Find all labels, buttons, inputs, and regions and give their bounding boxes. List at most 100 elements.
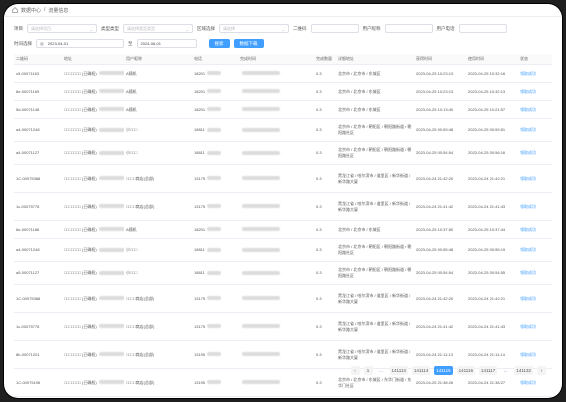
- cell-text: A随机: [126, 88, 137, 94]
- cell-text: □□□□商店(总部): [126, 379, 155, 385]
- placeholder-text: 请选择类型类型: [127, 25, 155, 31]
- cell-text: 0.3: [316, 106, 322, 112]
- cell-text: c5-00071163: [16, 70, 40, 76]
- page-button[interactable]: 141113: [389, 366, 408, 375]
- cell-text: 2023-04-25 00:54:54: [416, 150, 454, 155]
- table-cell: [238, 238, 314, 262]
- table-cell: □□□□□□□ (已确权): [62, 118, 124, 142]
- filter-input[interactable]: [310, 24, 359, 33]
- cell-text: 0.3: [316, 323, 322, 329]
- table-cell: □□□□□□□ (已确权): [62, 141, 124, 165]
- page-button[interactable]: 141132: [514, 366, 533, 375]
- column-header[interactable]: 电话: [192, 54, 238, 65]
- column-header[interactable]: 用户昵称: [124, 54, 192, 65]
- table-cell: 小□□□: [124, 118, 192, 142]
- table-cell: 13175: [192, 284, 238, 313]
- table-row[interactable]: a4-00099196□□□□□□□ (已确权)星星火炬 13811142299…: [14, 396, 552, 398]
- redacted-text: [242, 324, 280, 329]
- table-cell: 13195: [192, 340, 238, 369]
- status-badge: 领取成功: [520, 106, 536, 112]
- table-row[interactable]: a4-00071127 □□□□□□□ (已确权) 小□□□ 18811 0.3 北京市 …: [14, 141, 552, 165]
- table-row[interactable]: 5d-00071148 □□□□□□□ (已确权) A随机 18201 0.3 北京市 /…: [14, 100, 552, 119]
- cell-text: 2023-04-25 10:23:13: [416, 88, 454, 94]
- table-cell: □□□□□□□ (已确权): [62, 100, 124, 119]
- table-cell: c5-00071163: [14, 64, 62, 83]
- table-row[interactable]: 1c-00075776 □□□□□□□ (已确权) □□□□商店(总部) 13175 0…: [14, 192, 552, 221]
- table-row[interactable]: a4-00071248 □□□□□□□ (已确权) 小□□□ 18811 0.3 北京市 …: [14, 238, 552, 262]
- export-button[interactable]: 数据下载: [233, 39, 264, 48]
- table-row[interactable]: 8e-00071169 □□□□□□□ (已确权) A随机 18201 0.3 北京市 /…: [14, 82, 552, 101]
- column-header[interactable]: 完成数量: [314, 54, 336, 65]
- filter-select[interactable]: 请选择项目 ⌄: [27, 24, 97, 33]
- table-cell: 星星火炬 13811142299: [124, 396, 192, 398]
- prev-page-button[interactable]: ‹: [350, 366, 360, 375]
- page-button[interactable]: 141114: [411, 366, 431, 375]
- cell-text: 2023-04-25 00:54:54: [416, 270, 454, 275]
- redacted-text: [98, 270, 124, 275]
- table-row[interactable]: 1C-00075388 □□□□□□□ (已确权) □□□□商店(总部) 13175 0…: [14, 284, 552, 313]
- page-button[interactable]: 141116: [456, 366, 475, 375]
- column-header[interactable]: 详细地址: [336, 54, 414, 65]
- filter-select[interactable]: 请选择 ⌄: [219, 24, 289, 33]
- cell-text: 18201: [194, 70, 206, 76]
- table-cell: 2023-04-25 10:37:44: [466, 220, 518, 239]
- table-row[interactable]: 8b-00071201 □□□□□□□ (已确权) □□□□商店(总部) 13195 0…: [14, 340, 552, 369]
- search-button[interactable]: 搜索: [208, 39, 230, 48]
- filter-input[interactable]: [384, 24, 433, 33]
- cell-text: 18811: [194, 270, 205, 275]
- app-window: 数据中心 / 流量信息 项目 请选择项目 ⌄ 类型类型 请选择类型类型 ⌄ 区域选择 请选择 ⌄…: [4, 4, 562, 398]
- column-header[interactable]: 地址: [62, 54, 124, 65]
- cell-text: 0.3: [316, 127, 322, 132]
- column-header[interactable]: 完成时间: [238, 54, 314, 65]
- redacted-text: [207, 227, 222, 232]
- status-badge: 领取成功: [520, 247, 536, 252]
- column-header[interactable]: 使用时间: [466, 54, 518, 65]
- cell-text: 黑龙江省 / 哈尔滨市 / 道里区 / 新华街道 / 新华路大厦: [338, 320, 411, 332]
- redacted-text: [207, 380, 222, 385]
- next-page-button[interactable]: ›: [537, 366, 546, 375]
- cell-text: □□□□□□□ (已确权): [64, 175, 97, 181]
- column-header[interactable]: 二维码: [14, 54, 62, 65]
- table-cell: 18201: [192, 100, 238, 119]
- filter-input[interactable]: [458, 24, 507, 33]
- table-cell: 0.3: [314, 396, 336, 398]
- table-row[interactable]: a4-00071248 □□□□□□□ (已确权) 小□□□ 18811 0.3 北京市 …: [14, 118, 552, 142]
- table-cell: □□□□商店(总部): [124, 312, 192, 341]
- table-cell: 2023-04-24 11:24:47: [466, 396, 518, 398]
- column-header[interactable]: 获得时间: [414, 54, 466, 65]
- cell-text: 13175: [194, 295, 206, 301]
- date-end-field[interactable]: 2024-06-01: [136, 39, 197, 48]
- cell-text: 小□□□: [126, 247, 138, 252]
- cell-text: 18201: [194, 88, 206, 94]
- table-cell: 2023-04-25 00:59:51: [466, 118, 518, 142]
- table-cell: 8e-00071169: [14, 82, 62, 101]
- redacted-text: [98, 127, 124, 132]
- cell-text: □□□□商店(总部): [126, 175, 155, 181]
- filter-select[interactable]: 请选择类型类型 ⌄: [123, 24, 193, 33]
- cell-text: a4-00071248: [16, 127, 40, 132]
- table-cell: 1C-00075388: [14, 284, 62, 313]
- table-cell: 2023-04-24 21:42:20: [414, 164, 466, 193]
- breadcrumb-home[interactable]: 数据中心: [21, 7, 41, 14]
- cell-text: 1C-00075388: [16, 175, 41, 181]
- date-range-picker[interactable]: ▦ 2023-04-01: [36, 39, 124, 48]
- table-cell: 北京市 / 北京市 / 东城区: [336, 220, 414, 239]
- page-button[interactable]: 141115: [434, 366, 453, 375]
- cell-text: 北京市 / 北京市 / 朝阳区 / 朝阳路街道 / 朝阳路社区: [338, 244, 412, 255]
- table-row[interactable]: 1c-00075776 □□□□□□□ (已确权) □□□□商店(总部) 13175 0…: [14, 312, 552, 341]
- table-row[interactable]: 6e-00071186 □□□□□□□ (已确权) A随机 18201 0.3 北京市 /…: [14, 220, 552, 239]
- cell-text: 0.3: [316, 270, 322, 275]
- cell-text: 2023-04-24 21:42:21: [468, 295, 506, 301]
- cell-text: 小□□□: [126, 150, 138, 155]
- table-row[interactable]: c5-00071163 □□□□□□□ (已确权) A随机 18201 0.3 北京市 /…: [14, 64, 552, 83]
- table-cell: 山西省 / 太原市 / 小店区 / 北京路 / 太原路: [336, 396, 414, 398]
- page-button[interactable]: 1: [363, 366, 373, 375]
- table-cell: A随机: [124, 220, 192, 239]
- cell-text: 2023-04-25 10:13:40: [416, 106, 454, 112]
- table-row[interactable]: 1C-00075388 □□□□□□□ (已确权) □□□□商店(总部) 13175 0…: [14, 164, 552, 193]
- table-row[interactable]: a5-00071127 □□□□□□□ (已确权) 小□□□ 18811 0.3 北京市 …: [14, 261, 552, 285]
- home-icon[interactable]: [12, 7, 18, 13]
- page-button[interactable]: 141117: [478, 366, 498, 375]
- cell-text: 2023-04-24 21:42:21: [468, 175, 506, 181]
- column-header[interactable]: 状态: [518, 54, 552, 65]
